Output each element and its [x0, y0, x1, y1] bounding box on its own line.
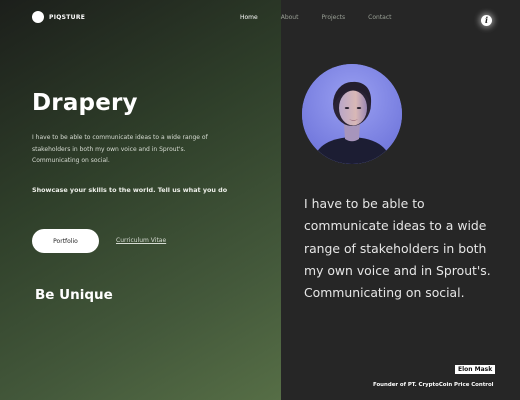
hero-description: I have to be able to communicate ideas t… [32, 134, 208, 164]
nav-item-projects[interactable]: Projects [321, 14, 345, 21]
logo-circle-icon [32, 11, 44, 23]
tagline: Be Unique [35, 287, 113, 303]
nav-item-home[interactable]: Home [240, 14, 258, 21]
nav-item-contact[interactable]: Contact [368, 14, 391, 21]
curriculum-vitae-link[interactable]: Curriculum Vitae [116, 237, 166, 244]
avatar [302, 64, 402, 164]
author-name-badge: Elon Mask [455, 365, 496, 374]
hero-panel [0, 0, 281, 400]
portfolio-button[interactable]: Portfolio [32, 229, 99, 253]
brand-logo[interactable]: PIQSTURE [32, 11, 85, 23]
info-icon[interactable]: i [481, 15, 492, 26]
nav-item-about[interactable]: About [281, 14, 299, 21]
author-role: Founder of PT. CryptoCoin Price Control [373, 382, 494, 388]
hero-cta-text: Showcase your skills to the world. Tell … [32, 186, 228, 194]
main-nav: Home About Projects Contact [240, 14, 391, 21]
page: PIQSTURE Home About Projects Contact i D… [0, 0, 520, 400]
hero-title: Drapery [32, 90, 138, 116]
person-portrait-icon [302, 64, 402, 164]
brand-name: PIQSTURE [49, 13, 86, 21]
testimonial-quote: I have to be able to communicate ideas t… [304, 196, 491, 301]
